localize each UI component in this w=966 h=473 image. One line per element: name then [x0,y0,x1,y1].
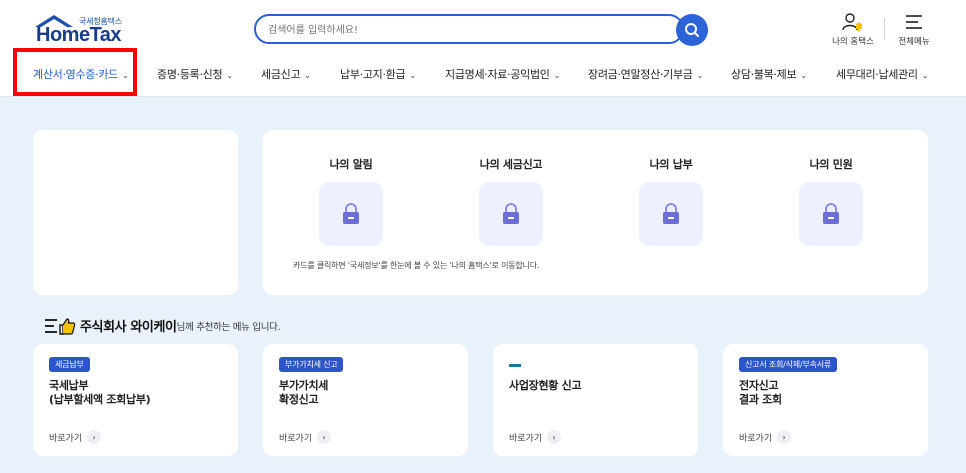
nav-item-payment-statement[interactable]: 지급명세·자료·공익법인 ⌄ [445,66,560,82]
shortcut-link[interactable]: 바로가기 › [49,430,102,444]
category-badge: 신고서 조회/삭제/부속서류 [739,357,838,372]
highlight-box [13,48,137,96]
search-input[interactable] [268,21,658,39]
thumbs-up-list-icon [45,317,76,335]
menu-card-title: 전자신고 결과 조회 [739,379,782,406]
search-button[interactable] [676,14,708,46]
my-notification-card[interactable]: 나의 알림 [291,156,411,246]
nav-label: 지급명세·자료·공익법인 [445,68,550,81]
user-info-card [33,130,238,295]
recommend-suffix: 님께 추천하는 메뉴 입니다. [176,321,281,333]
hamburger-menu-icon [906,15,922,29]
nav-item-tax-agent[interactable]: 세무대리·납세관리 ⌄ [836,66,928,82]
menu-card-tax-payment[interactable]: 세금납부 국세납부 (납부할세액 조회납부) 바로가기 › [33,344,238,456]
shortcut-label: 바로가기 [49,433,83,444]
util-divider [884,18,885,40]
menu-card-efiling-result[interactable]: 신고서 조회/삭제/부속서류 전자신고 결과 조회 바로가기 › [723,344,928,456]
nav-item-incentive-yearend[interactable]: 장려금·연말정산·기부금 ⌄ [588,66,703,82]
company-name: 주식회사 와이케이 [80,320,177,335]
nav-label: 장려금·연말정산·기부금 [588,68,693,81]
shortcut-link[interactable]: 바로가기 › [279,430,332,444]
stat-label: 나의 납부 [649,158,693,171]
menu-card-vat-filing[interactable]: 부가가치세 신고 부가가치세 확정신고 바로가기 › [263,344,468,456]
my-cards-note: 카드를 클릭하면 '국세정보'를 한눈에 볼 수 있는 '나의 홈택스'로 이동… [293,261,540,270]
category-badge: 세금납부 [49,357,90,372]
main-nav: 계산서·영수증·카드 ⌄ 증명·등록·신청 ⌄ 세금신고 ⌄ 납부·고지·환급 ⌄ 지급… [0,50,966,96]
all-menu-label: 전체메뉴 [898,37,930,47]
nav-item-consult-appeal[interactable]: 상담·불복·제보 ⌄ [731,66,807,82]
chevron-right-icon: › [317,430,332,444]
shortcut-link[interactable]: 바로가기 › [509,430,562,444]
nav-item-certificate-registration[interactable]: 증명·등록·신청 ⌄ [157,66,233,82]
search-box [254,14,684,44]
all-menu-button[interactable]: 전체메뉴 [893,12,935,47]
stat-label: 나의 알림 [329,158,373,171]
nav-label: 증명·등록·신청 [157,68,223,81]
chevron-down-icon: ⌄ [696,71,704,80]
nav-item-payment-notice-refund[interactable]: 납부·고지·환급 ⌄ [340,66,416,82]
chevron-right-icon: › [777,430,792,444]
chevron-down-icon: ⌄ [226,71,233,80]
my-hometax-label: 나의 홈택스 [832,37,874,47]
chevron-right-icon: › [547,430,562,444]
shortcut-label: 바로가기 [509,433,543,444]
category-badge: 부가가치세 신고 [279,357,344,372]
chevron-down-icon: ⌄ [921,71,929,80]
chevron-right-icon: › [87,430,102,444]
nav-label: 납부·고지·환급 [340,68,406,81]
chevron-down-icon: ⌄ [553,71,561,80]
menu-card-title: 국세납부 (납부할세액 조회납부) [49,379,151,406]
stat-label: 나의 세금신고 [479,158,543,171]
menu-card-title: 부가가치세 확정신고 [279,379,329,406]
lock-icon [503,203,519,224]
nav-label: 세금신고 [261,68,301,81]
logo-title: HomeTax [36,24,122,46]
lock-icon [823,203,839,224]
chevron-down-icon: ⌄ [800,71,807,80]
shortcut-link[interactable]: 바로가기 › [739,430,792,444]
nav-label: 상담·불복·제보 [731,68,797,81]
nav-item-tax-filing[interactable]: 세금신고 ⌄ [261,66,311,82]
lock-icon [663,203,679,224]
recommend-heading: 주식회사 와이케이 님께 추천하는 메뉴 입니다. [44,316,281,335]
my-hometax-cards: 나의 알림 나의 세금신고 나의 납부 나의 민원 카드를 클릭하면 '국세정보… [263,130,928,295]
menu-card-title: 사업장현황 신고 [509,379,582,392]
chevron-down-icon: ⌄ [304,71,311,80]
my-civil-petition-card[interactable]: 나의 민원 [771,156,891,246]
my-tax-filing-card[interactable]: 나의 세금신고 [451,156,571,246]
stat-label: 나의 민원 [809,158,853,171]
chevron-down-icon: ⌄ [409,71,416,80]
lock-icon [343,203,359,224]
shortcut-label: 바로가기 [279,433,313,444]
my-payment-card[interactable]: 나의 납부 [611,156,731,246]
user-bell-icon [842,13,862,32]
my-hometax-button[interactable]: 나의 홈택스 [830,12,876,47]
search-icon [685,23,699,37]
category-bar [509,364,521,367]
hometax-logo[interactable]: 국세청홈택스 HomeTax [33,14,133,46]
shortcut-label: 바로가기 [739,433,773,444]
nav-label: 세무대리·납세관리 [836,68,918,81]
menu-card-business-status[interactable]: 사업장현황 신고 바로가기 › [493,344,698,456]
